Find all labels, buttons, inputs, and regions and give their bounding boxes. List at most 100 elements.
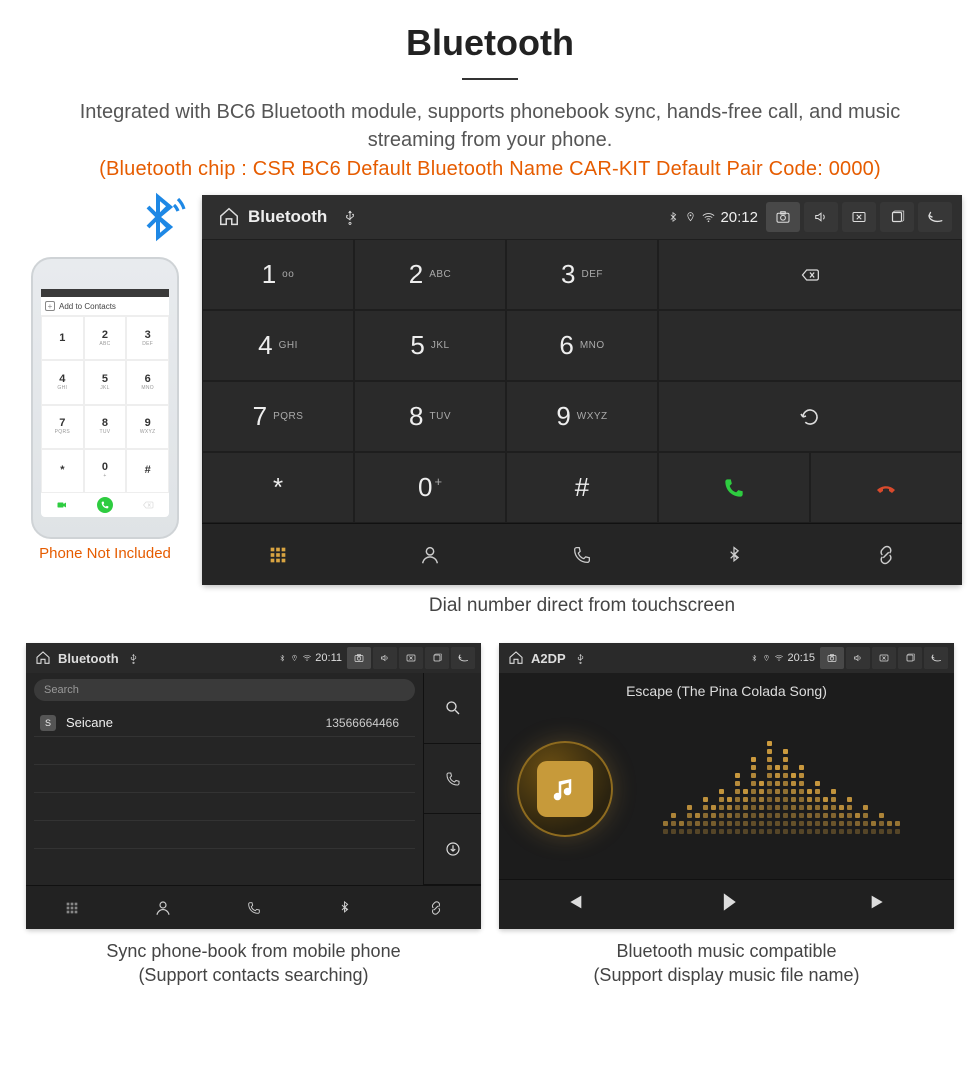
contact-name: Seicane — [66, 715, 326, 730]
wifi-icon — [774, 653, 784, 663]
location-icon — [684, 211, 697, 224]
tab-dialpad[interactable] — [202, 523, 354, 585]
search-input[interactable]: Search — [34, 679, 415, 701]
phone-key: 0+ — [84, 449, 127, 493]
phone-key: 4GHI — [41, 360, 84, 404]
tab-pair[interactable] — [810, 523, 962, 585]
close-button[interactable] — [842, 202, 876, 232]
clock: 20:12 — [720, 209, 758, 226]
volume-button[interactable] — [846, 647, 870, 669]
music-caption: Bluetooth music compatible (Support disp… — [499, 939, 954, 988]
phone-key: 9WXYZ — [126, 405, 169, 449]
contact-number: 13566664466 — [326, 716, 399, 730]
tab-calllog[interactable] — [506, 523, 658, 585]
tab-contacts[interactable] — [354, 523, 506, 585]
phone-key: 2ABC — [84, 316, 127, 360]
tab-dialpad[interactable] — [26, 885, 117, 929]
key-8[interactable]: 8TUV — [354, 381, 506, 452]
recents-button[interactable] — [880, 202, 914, 232]
home-icon[interactable] — [32, 650, 54, 666]
statusbar: Bluetooth 20:11 — [26, 643, 481, 673]
phone-key: 7PQRS — [41, 405, 84, 449]
statusbar-title: A2DP — [531, 651, 566, 666]
statusbar: A2DP 20:15 — [499, 643, 954, 673]
album-art — [517, 741, 613, 837]
contact-row[interactable]: S Seicane 13566664466 — [34, 709, 415, 737]
key-2[interactable]: 2ABC — [354, 239, 506, 310]
location-icon — [762, 654, 771, 663]
tab-calllog[interactable] — [208, 885, 299, 929]
tab-pair[interactable] — [390, 885, 481, 929]
key-0[interactable]: 0+ — [354, 452, 506, 523]
volume-button[interactable] — [373, 647, 397, 669]
key-9[interactable]: 9WXYZ — [506, 381, 658, 452]
phone-disclaimer: Phone Not Included — [26, 545, 184, 562]
home-icon[interactable] — [505, 650, 527, 666]
wifi-icon — [302, 653, 312, 663]
key-3[interactable]: 3DEF — [506, 239, 658, 310]
list-item — [34, 737, 415, 765]
key-empty — [658, 310, 962, 381]
search-button[interactable] — [423, 673, 481, 744]
equalizer — [627, 744, 936, 834]
key-4[interactable]: 4GHI — [202, 310, 354, 381]
track-title: Escape (The Pina Colada Song) — [499, 683, 954, 699]
recents-button[interactable] — [425, 647, 449, 669]
prev-button[interactable] — [563, 891, 585, 918]
key-redial[interactable] — [658, 381, 962, 452]
location-icon — [290, 654, 299, 663]
screenshot-button[interactable] — [820, 647, 844, 669]
sync-button[interactable] — [423, 814, 481, 885]
back-button[interactable] — [451, 647, 475, 669]
phone-key: 6MNO — [126, 360, 169, 404]
key-hash[interactable]: # — [506, 452, 658, 523]
next-button[interactable] — [868, 891, 890, 918]
music-note-icon — [537, 761, 593, 817]
headunit-music: A2DP 20:15 Escape (The Pina Colada Song) — [499, 643, 954, 929]
tab-bluetooth[interactable] — [299, 885, 390, 929]
statusbar-title: Bluetooth — [58, 651, 119, 666]
key-6[interactable]: 6MNO — [506, 310, 658, 381]
statusbar: Bluetooth 20:12 — [202, 195, 962, 239]
call-button — [97, 497, 113, 513]
phone-mockup: + Add to Contacts 12ABC3DEF4GHI5JKL6MNO7… — [31, 257, 179, 539]
key-backspace[interactable] — [658, 239, 962, 310]
volume-button[interactable] — [804, 202, 838, 232]
phone-key: 1 — [41, 316, 84, 360]
close-button[interactable] — [872, 647, 896, 669]
page-title: Bluetooth — [0, 0, 980, 64]
phone-call-bar — [41, 493, 169, 517]
recents-button[interactable] — [898, 647, 922, 669]
page-specs: (Bluetooth chip : CSR BC6 Default Blueto… — [0, 158, 980, 195]
screenshot-button[interactable] — [766, 202, 800, 232]
playpause-button[interactable] — [713, 889, 739, 920]
wifi-icon — [701, 210, 716, 225]
bottom-tabs — [202, 523, 962, 585]
dialer-caption: Dial number direct from touchscreen — [202, 595, 962, 617]
close-button[interactable] — [399, 647, 423, 669]
key-call[interactable] — [658, 452, 810, 523]
usb-icon — [333, 209, 367, 225]
contact-initial: S — [40, 715, 56, 731]
bluetooth-icon — [750, 654, 759, 663]
headunit-phonebook: Bluetooth 20:11 Search — [26, 643, 481, 929]
back-button[interactable] — [924, 647, 948, 669]
key-7[interactable]: 7PQRS — [202, 381, 354, 452]
videocall-icon — [54, 497, 70, 513]
tab-bluetooth[interactable] — [658, 523, 810, 585]
back-button[interactable] — [918, 202, 952, 232]
key-hangup[interactable] — [810, 452, 962, 523]
call-button[interactable] — [423, 744, 481, 815]
phone-key: 5JKL — [84, 360, 127, 404]
key-1[interactable]: 1oo — [202, 239, 354, 310]
screenshot-button[interactable] — [347, 647, 371, 669]
tab-contacts[interactable] — [117, 885, 208, 929]
bluetooth-icon — [278, 654, 287, 663]
clock: 20:15 — [787, 652, 815, 664]
key-5[interactable]: 5JKL — [354, 310, 506, 381]
backspace-icon — [140, 497, 156, 513]
page-description: Integrated with BC6 Bluetooth module, su… — [0, 98, 980, 158]
phonebook-caption: Sync phone-book from mobile phone (Suppo… — [26, 939, 481, 988]
home-icon[interactable] — [212, 206, 246, 228]
key-star[interactable]: * — [202, 452, 354, 523]
